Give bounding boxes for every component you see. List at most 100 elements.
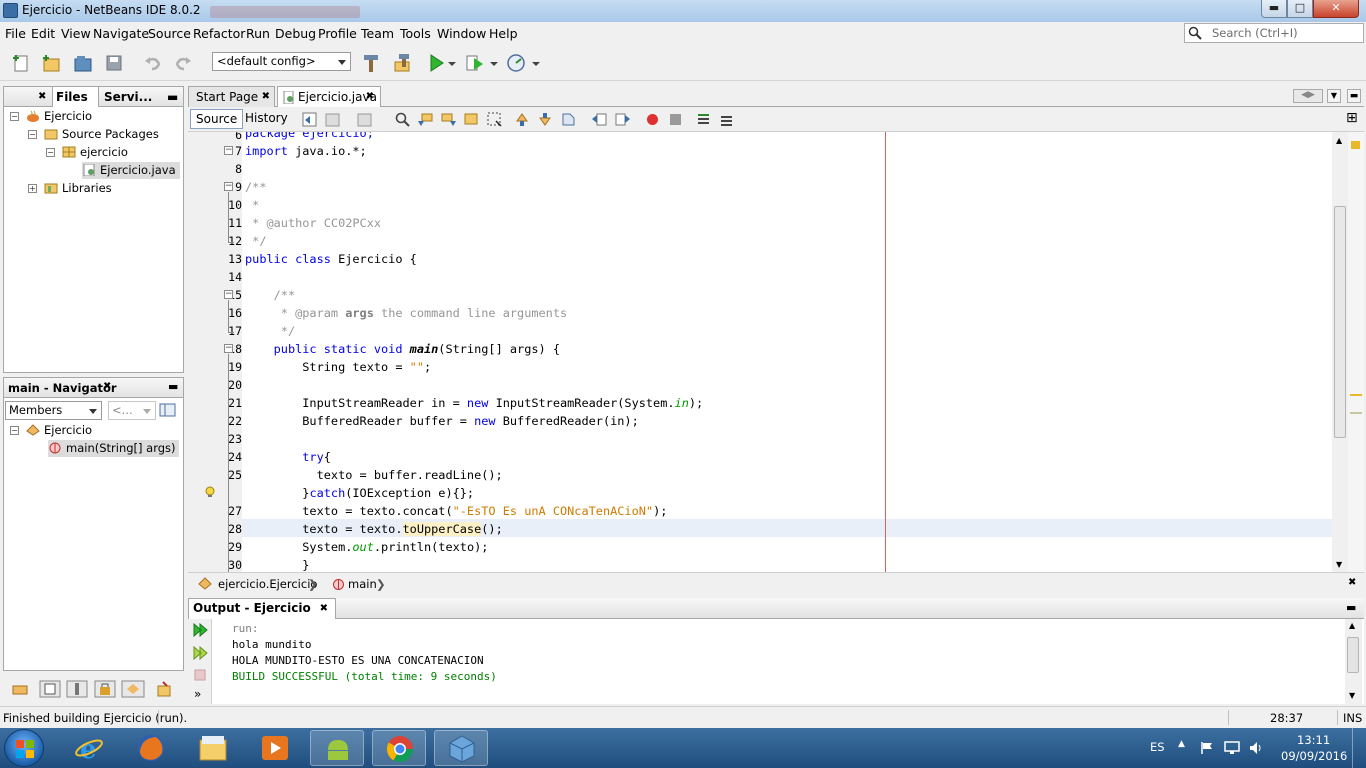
tab-files[interactable]: Files — [52, 87, 99, 107]
rectangular-selection-icon[interactable] — [486, 111, 503, 128]
stop-macro-icon[interactable] — [667, 111, 684, 128]
clock-date[interactable]: 09/09/2016 — [1281, 749, 1347, 763]
minimize-panel-icon[interactable]: ▬ — [167, 87, 179, 107]
undo-icon[interactable] — [142, 52, 164, 74]
menu-debug[interactable]: Debug — [275, 26, 316, 41]
scroll-tabs-icon[interactable]: ◀▶ — [1293, 89, 1323, 103]
scope-select[interactable]: <... — [108, 401, 156, 420]
rerun-icon[interactable] — [192, 622, 208, 638]
open-project-icon[interactable] — [72, 52, 94, 74]
menu-help[interactable]: Help — [489, 26, 518, 41]
shift-right-icon[interactable] — [614, 111, 631, 128]
scroll-down-icon[interactable]: ▼ — [1336, 560, 1342, 569]
expand-icon[interactable]: + — [28, 184, 37, 193]
back-icon[interactable] — [324, 111, 341, 128]
tab-services[interactable]: Servi... — [102, 87, 152, 107]
collapse-icon[interactable]: − — [10, 426, 19, 435]
collapse-icon[interactable]: − — [10, 112, 19, 121]
taskbar-media-player[interactable] — [248, 730, 302, 766]
tab-list-dropdown-icon[interactable]: ▼ — [1327, 89, 1341, 103]
search-input[interactable]: Search (Ctrl+I) — [1184, 23, 1364, 43]
menu-team[interactable]: Team — [361, 26, 394, 41]
menu-window[interactable]: Window — [437, 26, 486, 41]
rerun-with-options-icon[interactable] — [192, 645, 208, 661]
start-macro-icon[interactable] — [644, 111, 661, 128]
menu-profile[interactable]: Profile — [318, 26, 357, 41]
fields-filter-icon[interactable] — [39, 680, 61, 698]
taskbar-internet-explorer[interactable]: e — [62, 730, 116, 766]
clean-build-icon[interactable] — [392, 52, 414, 74]
network-icon[interactable] — [1224, 741, 1240, 755]
tree-file-ejercicio-java[interactable]: Ejercicio.java — [82, 162, 180, 179]
find-previous-icon[interactable] — [417, 111, 434, 128]
find-next-icon[interactable] — [440, 111, 457, 128]
new-project-icon[interactable] — [40, 52, 62, 74]
tree-package-ejercicio[interactable]: ejercicio — [62, 144, 128, 161]
close-projects-tab-icon[interactable]: ✖ — [38, 87, 48, 107]
stop-icon[interactable] — [193, 668, 207, 682]
scroll-down-icon[interactable]: ▼ — [1349, 691, 1355, 700]
uncomment-icon[interactable] — [718, 111, 735, 128]
breadcrumb-class[interactable]: ejercicio.Ejercicio — [218, 577, 317, 591]
menu-view[interactable]: View — [61, 26, 91, 41]
run-project-icon[interactable] — [425, 52, 447, 74]
clock-time[interactable]: 13:11 — [1297, 733, 1330, 747]
tab-start-page[interactable]: Start Page ✖ — [188, 86, 275, 108]
build-hammer-icon[interactable] — [360, 52, 382, 74]
close-output-icon[interactable]: ✖ — [320, 599, 328, 618]
forward-icon[interactable] — [356, 111, 373, 128]
minimize-panel-icon[interactable]: ▬ — [168, 380, 178, 393]
navigator-options-icon[interactable] — [159, 402, 176, 418]
collapse-icon[interactable]: − — [28, 130, 37, 139]
non-public-filter-icon[interactable] — [94, 680, 116, 698]
warning-bulb-icon[interactable] — [204, 486, 216, 498]
history-view-button[interactable]: History — [240, 109, 293, 129]
members-filter-select[interactable]: Members — [5, 401, 102, 420]
menu-edit[interactable]: Edit — [31, 26, 55, 41]
save-all-icon[interactable] — [103, 52, 125, 74]
shift-left-icon[interactable] — [591, 111, 608, 128]
start-button[interactable] — [4, 729, 44, 767]
code-editor[interactable]: 6 7 8 9 10 11 12 13 14 15 16 17 18 19 20… — [188, 132, 1364, 572]
close-tab-icon[interactable]: ✖ — [262, 87, 270, 107]
source-view-button[interactable]: Source — [190, 109, 244, 129]
breadcrumb-method[interactable]: main — [348, 577, 377, 591]
menu-navigate[interactable]: Navigate — [93, 26, 149, 41]
tree-source-packages[interactable]: Source Packages — [44, 126, 159, 143]
minimize-button[interactable]: ▬ — [1261, 0, 1287, 18]
config-select[interactable]: <default config> — [212, 52, 351, 71]
output-scroll-thumb[interactable] — [1347, 637, 1359, 673]
output-scrollbar[interactable]: ▲ ▼ — [1345, 619, 1362, 704]
minimize-panel-icon[interactable]: ▬ — [1346, 601, 1356, 614]
menu-tools[interactable]: Tools — [400, 26, 431, 41]
warning-marker[interactable] — [1350, 394, 1362, 396]
navigator-method-main[interactable]: main(String[] args) — [48, 440, 179, 457]
insert-mode[interactable]: INS — [1343, 711, 1362, 725]
hierarchy-icon[interactable] — [11, 680, 29, 698]
scroll-up-icon[interactable]: ▲ — [1349, 621, 1355, 630]
show-desktop-button[interactable] — [1352, 728, 1366, 768]
tree-libraries[interactable]: Libraries — [44, 180, 112, 197]
menu-refactor[interactable]: Refactor — [193, 26, 245, 41]
last-edit-icon[interactable] — [301, 111, 318, 128]
new-file-icon[interactable] — [10, 52, 32, 74]
volume-icon[interactable] — [1248, 740, 1264, 756]
taskbar-firefox[interactable] — [124, 730, 178, 766]
scroll-up-icon[interactable]: ▲ — [1336, 136, 1342, 145]
static-filter-icon[interactable] — [66, 680, 88, 698]
close-breadcrumb-icon[interactable]: ✖ — [1348, 577, 1356, 588]
run-dropdown-icon[interactable] — [448, 52, 456, 74]
show-hidden-icons-icon[interactable]: ▲ — [1178, 739, 1185, 749]
fold-icon[interactable]: − — [224, 146, 233, 155]
redo-icon[interactable] — [172, 52, 194, 74]
collapse-icon[interactable]: − — [46, 148, 55, 157]
language-indicator[interactable]: ES — [1150, 740, 1165, 754]
find-icon[interactable] — [394, 111, 411, 128]
close-tab-icon[interactable]: ✖ — [366, 87, 374, 107]
warning-marker[interactable] — [1351, 141, 1360, 149]
tree-project-ejercicio[interactable]: Ejercicio — [26, 108, 92, 125]
more-actions-icon[interactable]: » — [194, 687, 201, 701]
taskbar-chrome[interactable] — [372, 730, 426, 766]
debug-project-icon[interactable] — [464, 52, 486, 74]
previous-bookmark-icon[interactable] — [514, 111, 531, 128]
